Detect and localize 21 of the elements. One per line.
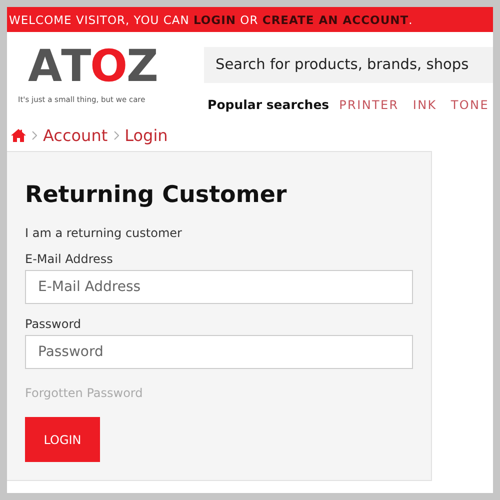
field-label: Password [25, 317, 82, 331]
login-link[interactable]: LOGIN [193, 12, 236, 26]
popular-search-link[interactable]: INK [412, 98, 437, 112]
create-account-link[interactable]: CREATE AN ACCOUNT [262, 12, 409, 26]
popular-search-link[interactable]: TONE [450, 98, 489, 112]
input-field[interactable]: E-Mail Address [25, 270, 413, 304]
chevron-icon [114, 131, 119, 140]
home-icon[interactable] [11, 129, 26, 142]
input-field[interactable]: Password [25, 335, 413, 369]
breadcrumb-link[interactable]: Account [43, 126, 108, 145]
form-title: Returning Customer [25, 182, 288, 208]
field-label: E-Mail Address [25, 252, 114, 266]
breadcrumb-link[interactable]: Login [124, 126, 168, 145]
search-field[interactable]: Search for products, brands, shops [204, 47, 493, 83]
popular-searches-label: Popular searches [208, 97, 330, 112]
chevron-icon [32, 131, 37, 140]
form-subtitle: I am a returning customer [25, 226, 183, 240]
login-button[interactable]: LOGIN [25, 417, 100, 462]
welcome-message: WELCOME VISITOR, YOU CAN LOGIN OR CREATE AN ACCOUNT. [9, 12, 413, 26]
logo[interactable]: ATOZ [18, 47, 186, 87]
popular-search-link[interactable]: PRINTER [339, 98, 399, 112]
